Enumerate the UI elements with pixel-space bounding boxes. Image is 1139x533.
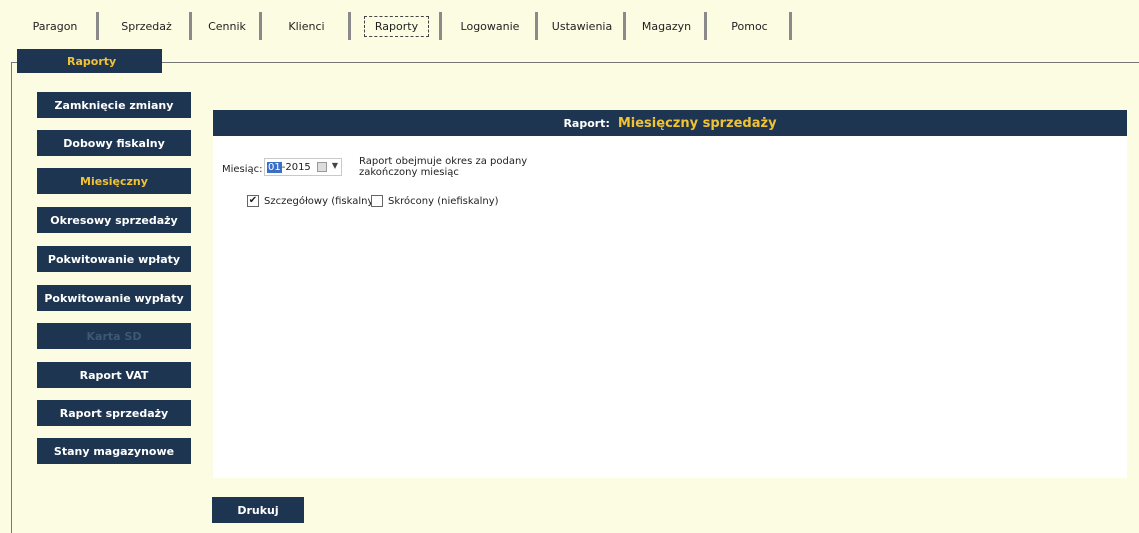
sidebar-item-pokwitowanie-wplaty[interactable]: Pokwitowanie wpłaty — [37, 246, 191, 272]
report-panel — [213, 136, 1127, 478]
short-option[interactable]: Skrócony (niefiskalny) — [371, 195, 499, 207]
tab-pomoc[interactable]: Pomoc — [710, 12, 792, 40]
frame-border-left — [11, 62, 12, 533]
tab-ustawienia[interactable]: Ustawienia — [541, 12, 626, 40]
tab-logowanie[interactable]: Logowanie — [445, 12, 538, 40]
sidebar-item-raport-vat[interactable]: Raport VAT — [37, 362, 191, 388]
tab-paragon[interactable]: Paragon — [14, 12, 99, 40]
sidebar-item-raport-sprzedazy[interactable]: Raport sprzedaży — [37, 400, 191, 426]
month-label: Miesiąc: — [222, 164, 263, 175]
report-header-title: Miesięczny sprzedaży — [617, 115, 777, 131]
month-description: Raport obejmuje okres za podany zakończo… — [359, 156, 528, 178]
print-button[interactable]: Drukuj — [212, 497, 304, 523]
sidebar-item-miesieczny[interactable]: Miesięczny — [37, 168, 191, 194]
month-picker[interactable]: 01 -2015 ▼ — [264, 158, 342, 176]
top-tab-bar: Paragon Sprzedaż Cennik Klienci Raporty … — [0, 0, 1139, 44]
sidebar-item-dobowy-fiskalny[interactable]: Dobowy fiskalny — [37, 130, 191, 156]
section-title-tab: Raporty — [17, 49, 162, 73]
sidebar-item-stany-magazynowe[interactable]: Stany magazynowe — [37, 438, 191, 464]
frame-border-top — [162, 62, 1139, 63]
calendar-icon[interactable] — [317, 162, 327, 172]
month-picker-year: -2015 — [281, 161, 311, 173]
chevron-down-icon[interactable]: ▼ — [332, 161, 338, 170]
tab-sprzedaz[interactable]: Sprzedaż — [104, 12, 192, 40]
report-header: Raport: Miesięczny sprzedaży — [213, 110, 1127, 136]
short-label: Skrócony (niefiskalny) — [388, 195, 499, 207]
tab-magazyn[interactable]: Magazyn — [629, 12, 707, 40]
report-header-label: Raport: — [563, 116, 610, 130]
tab-klienci[interactable]: Klienci — [265, 12, 351, 40]
tab-cennik[interactable]: Cennik — [195, 12, 262, 40]
sidebar-item-karta-sd: Karta SD — [37, 323, 191, 349]
detailed-label: Szczegółowy (fiskalny) — [264, 195, 378, 207]
sidebar-item-okresowy-sprzedazy[interactable]: Okresowy sprzedaży — [37, 207, 191, 233]
detailed-option[interactable]: ✔ Szczegółowy (fiskalny) — [247, 195, 377, 207]
month-picker-selected: 01 — [267, 161, 282, 173]
tab-raporty[interactable]: Raporty — [354, 12, 442, 40]
short-checkbox[interactable] — [371, 195, 383, 207]
sidebar-item-pokwitowanie-wyplaty[interactable]: Pokwitowanie wypłaty — [37, 285, 191, 311]
sidebar-item-zamkniecie-zmiany[interactable]: Zamknięcie zmiany — [37, 92, 191, 118]
detailed-checkbox[interactable]: ✔ — [247, 195, 259, 207]
